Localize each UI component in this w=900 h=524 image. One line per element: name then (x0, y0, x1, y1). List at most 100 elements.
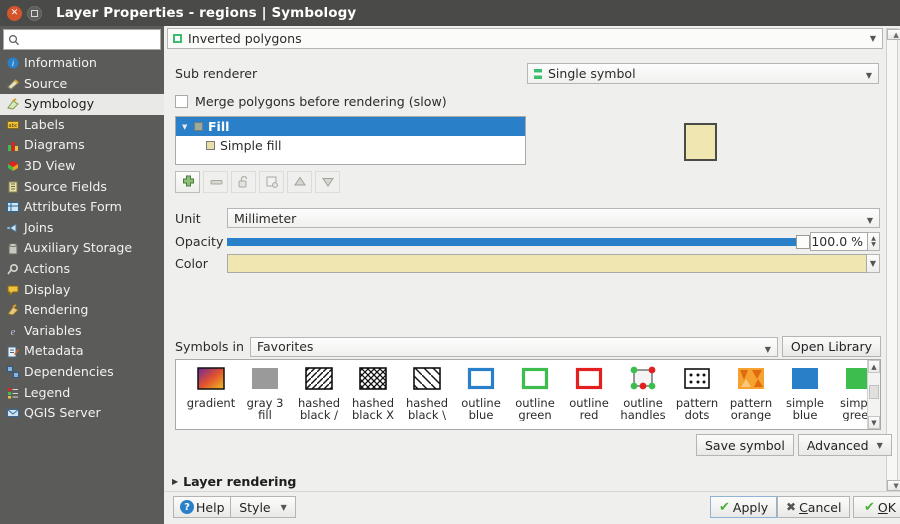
opacity-spinbox[interactable]: 100.0 % (810, 232, 868, 251)
svg-text:e: e (10, 326, 15, 337)
sidebar-item-3d-view[interactable]: 3D View (0, 156, 164, 177)
sidebar-item-label: Legend (24, 387, 70, 400)
style-button[interactable]: Style ▼ (230, 496, 296, 518)
renderer-icon (173, 34, 182, 43)
renderer-combo[interactable]: Inverted polygons ▼ (167, 28, 883, 49)
sidebar-item-display[interactable]: Display (0, 280, 164, 301)
symbol-item[interactable]: outline green (508, 364, 562, 421)
symbol-item[interactable]: hashed black / (292, 364, 346, 421)
sidebar-item-actions[interactable]: Actions (0, 259, 164, 280)
symbol-item[interactable]: simple blue (778, 364, 832, 421)
symbol-item[interactable]: pattern dots (670, 364, 724, 421)
open-library-button[interactable]: Open Library (782, 336, 881, 357)
layer-rendering-section-header[interactable]: ▶ Layer rendering (172, 474, 296, 489)
sub-renderer-combo[interactable]: Single symbol ▼ (527, 63, 879, 84)
sidebar-item-label: Variables (24, 325, 82, 338)
symbol-tree-row[interactable]: Simple fill (176, 136, 525, 155)
sidebar-item-auxiliary-storage[interactable]: Auxiliary Storage (0, 238, 164, 259)
gallery-scroll-thumb[interactable] (869, 385, 879, 399)
sidebar-item-label: Metadata (24, 345, 84, 358)
symbol-item[interactable]: outline red (562, 364, 616, 421)
search-box[interactable] (3, 29, 161, 50)
maximize-icon[interactable] (27, 6, 42, 21)
symbol-item[interactable]: outline blue (454, 364, 508, 421)
sidebar-item-dependencies[interactable]: Dependencies (0, 362, 164, 383)
help-button[interactable]: ? Help (173, 496, 232, 518)
ok-button[interactable]: ✔ OK (853, 496, 900, 518)
sidebar-item-source[interactable]: Source (0, 74, 164, 95)
search-icon (8, 34, 20, 46)
symbol-thumbnail (250, 364, 280, 392)
symbols-in-combo[interactable]: Favorites ▼ (250, 337, 778, 357)
sidebar-item-diagrams[interactable]: Diagrams (0, 135, 164, 156)
check-icon: ✔ (719, 500, 730, 515)
opacity-slider-handle[interactable] (796, 235, 810, 249)
opacity-slider[interactable] (227, 235, 810, 249)
unit-row: Unit Millimeter ▼ (175, 208, 880, 228)
legend-icon (5, 385, 20, 400)
symbol-item[interactable]: hashed black \ (400, 364, 454, 421)
symbol-item[interactable]: gray 3 fill (238, 364, 292, 421)
sidebar-item-information[interactable]: iInformation (0, 53, 164, 74)
sidebar-item-source-fields[interactable]: Source Fields (0, 177, 164, 198)
scroll-track[interactable] (887, 40, 897, 480)
symbol-item[interactable]: gradient (184, 364, 238, 421)
color-dropdown-button[interactable]: ▼ (867, 254, 880, 273)
lock-layer-colors-button (231, 171, 256, 193)
symbols-in-row: Symbols in Favorites ▼ Open Library (175, 336, 881, 357)
symbol-swatch (194, 122, 203, 131)
unit-combo[interactable]: Millimeter ▼ (227, 208, 880, 228)
search-input[interactable] (20, 33, 144, 47)
merge-polygons-checkbox[interactable] (175, 95, 188, 108)
chevron-right-icon: ▶ (172, 477, 178, 486)
symbol-item-label: hashed black \ (401, 398, 453, 421)
sidebar-item-label: Information (24, 57, 97, 70)
scroll-down-button[interactable]: ▼ (887, 480, 900, 491)
sidebar-item-variables[interactable]: e Variables (0, 321, 164, 342)
sidebar-item-label: Source (24, 78, 67, 91)
main-scrollbar[interactable]: ▲ ▼ (886, 28, 898, 492)
symbol-tree-row[interactable]: ▼ Fill (176, 117, 525, 136)
scroll-up-button[interactable]: ▲ (887, 29, 900, 40)
chevron-down-icon: ▼ (866, 71, 872, 80)
renderer-value: Inverted polygons (188, 31, 302, 46)
sidebar-item-symbology[interactable]: Symbology (0, 94, 164, 115)
close-icon[interactable]: ✕ (7, 6, 22, 21)
gallery-scrollbar[interactable]: ▲ ▼ (867, 360, 880, 429)
opacity-stepper[interactable]: ▲ ▼ (868, 232, 880, 251)
symbol-gallery[interactable]: gradientgray 3 fillhashed black /hashed … (175, 359, 881, 430)
advanced-button[interactable]: Advanced ▼ (798, 434, 892, 456)
symbol-thumbnail (412, 364, 442, 392)
sidebar-item-rendering[interactable]: Rendering (0, 300, 164, 321)
color-swatch-button[interactable] (227, 254, 867, 273)
add-symbol-layer-button[interactable] (175, 171, 200, 193)
sidebar-item-attributes-form[interactable]: Attributes Form (0, 197, 164, 218)
color-row: Color ▼ (175, 254, 880, 273)
duplicate-symbol-layer-button (259, 171, 284, 193)
sidebar-item-metadata[interactable]: Metadata (0, 341, 164, 362)
symbol-preview (684, 123, 717, 161)
save-symbol-button[interactable]: Save symbol (696, 434, 794, 456)
symbol-item[interactable]: pattern orange (724, 364, 778, 421)
sidebar-item-labels[interactable]: abcLabels (0, 115, 164, 136)
gallery-scroll-up-button[interactable]: ▲ (868, 360, 880, 373)
cancel-button[interactable]: ✖ Cancel (777, 496, 850, 518)
symbol-tree-label: Fill (208, 119, 229, 134)
stepper-down-icon[interactable]: ▼ (871, 242, 876, 248)
sidebar-item-legend[interactable]: Legend (0, 383, 164, 404)
merge-polygons-row[interactable]: Merge polygons before rendering (slow) (175, 94, 447, 109)
chevron-down-icon[interactable]: ▼ (182, 123, 194, 131)
symbology-icon (5, 97, 20, 112)
symbol-item[interactable]: outline handles (616, 364, 670, 421)
arrow-down-icon (320, 174, 336, 190)
sidebar-item-joins[interactable]: Joins (0, 218, 164, 239)
svg-text:abc: abc (8, 123, 17, 129)
sidebar-item-qgis-server[interactable]: QGIS Server (0, 403, 164, 424)
gallery-scroll-down-button[interactable]: ▼ (868, 416, 880, 429)
symbol-item[interactable]: hashed black X (346, 364, 400, 421)
unit-value: Millimeter (234, 211, 296, 226)
symbol-swatch (206, 141, 215, 150)
symbol-layer-tree[interactable]: ▼ Fill Simple fill (175, 116, 526, 165)
apply-button[interactable]: ✔ Apply (710, 496, 777, 518)
move-up-button (287, 171, 312, 193)
